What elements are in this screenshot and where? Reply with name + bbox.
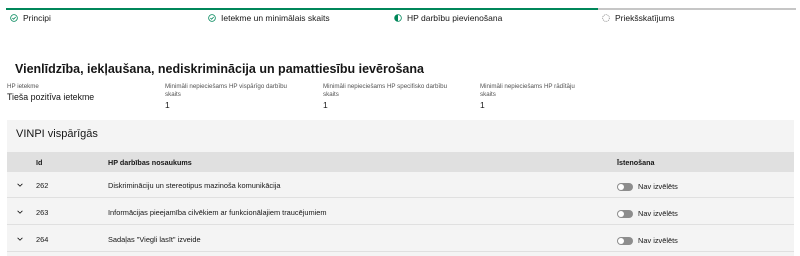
metric-specific-min: Minimāli nepieciešams HP specifisko darb…	[323, 83, 453, 110]
section-title: Vienlīdzība, iekļaušana, nediskriminācij…	[15, 62, 424, 76]
row-name: Diskrimināciju un stereotipus mazinoša k…	[108, 181, 281, 190]
metric-label: Minimāli nepieciešams HP rādītāju skaits	[480, 83, 575, 98]
step-label: Ietekme un minimālais skaits	[221, 13, 330, 23]
metric-label: HP ietekme	[7, 83, 39, 90]
table-header: Id HP darbības nosaukums Īstenošana	[7, 152, 794, 172]
row-name: Informācijas pieejamība cilvēkiem ar fun…	[108, 208, 327, 217]
row-id: 264	[36, 235, 49, 244]
metric-value: Tieša pozitīva ietekme	[7, 92, 95, 102]
metric-label: Minimāli nepieciešams HP vispārīgo darbī…	[165, 83, 287, 98]
metric-value: 1	[165, 100, 170, 110]
toggle-switch[interactable]	[617, 209, 633, 218]
toggle-switch[interactable]	[617, 236, 633, 245]
metric-value: 1	[323, 100, 328, 110]
row-id: 263	[36, 208, 49, 217]
toggle-label: Nav izvēlēts	[638, 209, 678, 218]
toggle-label: Nav izvēlēts	[638, 182, 678, 191]
column-header-name: HP darbības nosaukums	[108, 158, 192, 167]
row-id: 262	[36, 181, 49, 190]
metric-indicator-min: Minimāli nepieciešams HP rādītāju skaits…	[480, 83, 590, 110]
column-header-implementation: Īstenošana	[617, 158, 655, 167]
column-header-id: Id	[36, 158, 43, 167]
metric-impact: HP ietekme Tieša pozitīva ietekme	[7, 83, 94, 102]
metric-general-min: Minimāli nepieciešams HP vispārīgo darbī…	[165, 83, 295, 110]
table-row[interactable]: 264 Sadaļas "Viegli lasīt" izveide Nav i…	[7, 226, 794, 252]
table-row[interactable]: 262 Diskrimināciju un stereotipus mazino…	[7, 172, 794, 198]
implementation-toggle[interactable]: Nav izvēlēts	[617, 209, 678, 218]
metric-value: 1	[480, 100, 485, 110]
progress-indicator: Principi Ietekme un minimālais skaits HP…	[6, 0, 796, 26]
half-circle-icon	[394, 14, 402, 22]
check-circle-icon	[208, 14, 216, 22]
check-circle-icon	[10, 14, 18, 22]
table-row[interactable]: 263 Informācijas pieejamība cilvēkiem ar…	[7, 199, 794, 225]
step-label: Principi	[23, 13, 51, 23]
chevron-down-icon[interactable]	[16, 235, 24, 243]
step-principi[interactable]: Principi	[6, 0, 204, 26]
metric-label: Minimāli nepieciešams HP specifisko darb…	[323, 83, 448, 98]
step-hp-darbibu[interactable]: HP darbību pievienošana	[390, 0, 598, 26]
toggle-label: Nav izvēlēts	[638, 236, 678, 245]
step-ietekme[interactable]: Ietekme un minimālais skaits	[204, 0, 390, 26]
empty-circle-icon	[602, 14, 610, 22]
implementation-toggle[interactable]: Nav izvēlēts	[617, 236, 678, 245]
row-name: Sadaļas "Viegli lasīt" izveide	[108, 235, 201, 244]
step-label: Priekšskatījums	[615, 13, 675, 23]
step-priekskatijums[interactable]: Priekšskatījums	[598, 0, 796, 26]
actions-panel: VINPI vispārīgās Id HP darbības nosaukum…	[7, 120, 794, 256]
chevron-down-icon[interactable]	[16, 208, 24, 216]
implementation-toggle[interactable]: Nav izvēlēts	[617, 182, 678, 191]
chevron-down-icon[interactable]	[16, 181, 24, 189]
step-label: HP darbību pievienošana	[407, 13, 503, 23]
toggle-switch[interactable]	[617, 182, 633, 191]
panel-title: VINPI vispārīgās	[16, 128, 98, 140]
